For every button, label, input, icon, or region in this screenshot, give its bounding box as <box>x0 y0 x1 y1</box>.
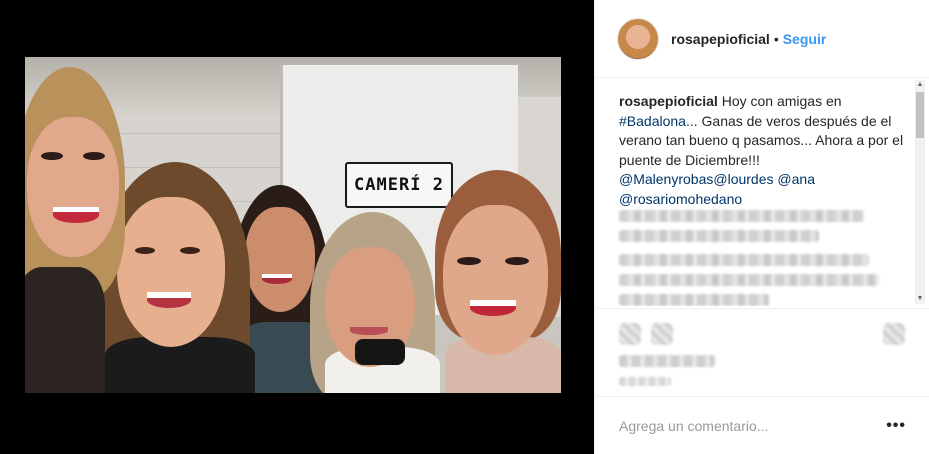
comment-input[interactable] <box>619 417 887 434</box>
hashtag-link[interactable]: #Badalona <box>619 113 686 129</box>
add-comment-section: ••• <box>595 396 929 454</box>
mention-link-1[interactable]: @Malenyrobas <box>619 171 713 187</box>
bookmark-icon[interactable] <box>883 323 905 345</box>
caption-author[interactable]: rosapepioficial <box>619 93 718 109</box>
scroll-down-arrow-icon[interactable]: ▼ <box>915 294 925 304</box>
comments-scrollbar[interactable]: ▲ ▼ <box>915 80 925 304</box>
mention-link-4[interactable]: @rosariomohedano <box>619 191 742 207</box>
header-separator: • <box>773 30 779 47</box>
like-icon[interactable] <box>619 323 641 345</box>
scroll-thumb[interactable] <box>916 92 924 138</box>
post-actions <box>595 308 929 394</box>
post-header: rosapepioficial • Seguir <box>595 0 929 78</box>
post-timestamp <box>619 377 671 386</box>
blurred-comment-2 <box>619 254 881 306</box>
avatar[interactable] <box>617 17 659 60</box>
header-username[interactable]: rosapepioficial <box>671 31 770 47</box>
follow-button[interactable]: Seguir <box>783 31 827 47</box>
post-caption: rosapepioficial Hoy con amigas en #Badal… <box>619 92 909 209</box>
more-options-icon[interactable]: ••• <box>886 417 906 435</box>
likes-count[interactable] <box>619 355 715 367</box>
comments-area[interactable]: rosapepioficial Hoy con amigas en #Badal… <box>595 78 929 306</box>
caption-text-1: Hoy con amigas en <box>717 93 842 109</box>
blurred-comment-1 <box>619 210 881 250</box>
mention-link-2[interactable]: @lourdes <box>713 171 773 187</box>
post-photo[interactable]: CAMERÍ 2 <box>25 57 561 393</box>
mention-link-3[interactable]: @ana <box>777 171 815 187</box>
photo-door-sign: CAMERÍ 2 <box>345 162 453 208</box>
post-sidebar: rosapepioficial • Seguir rosapepioficial… <box>594 0 929 454</box>
scroll-up-arrow-icon[interactable]: ▲ <box>915 80 925 90</box>
comment-icon[interactable] <box>651 323 673 345</box>
